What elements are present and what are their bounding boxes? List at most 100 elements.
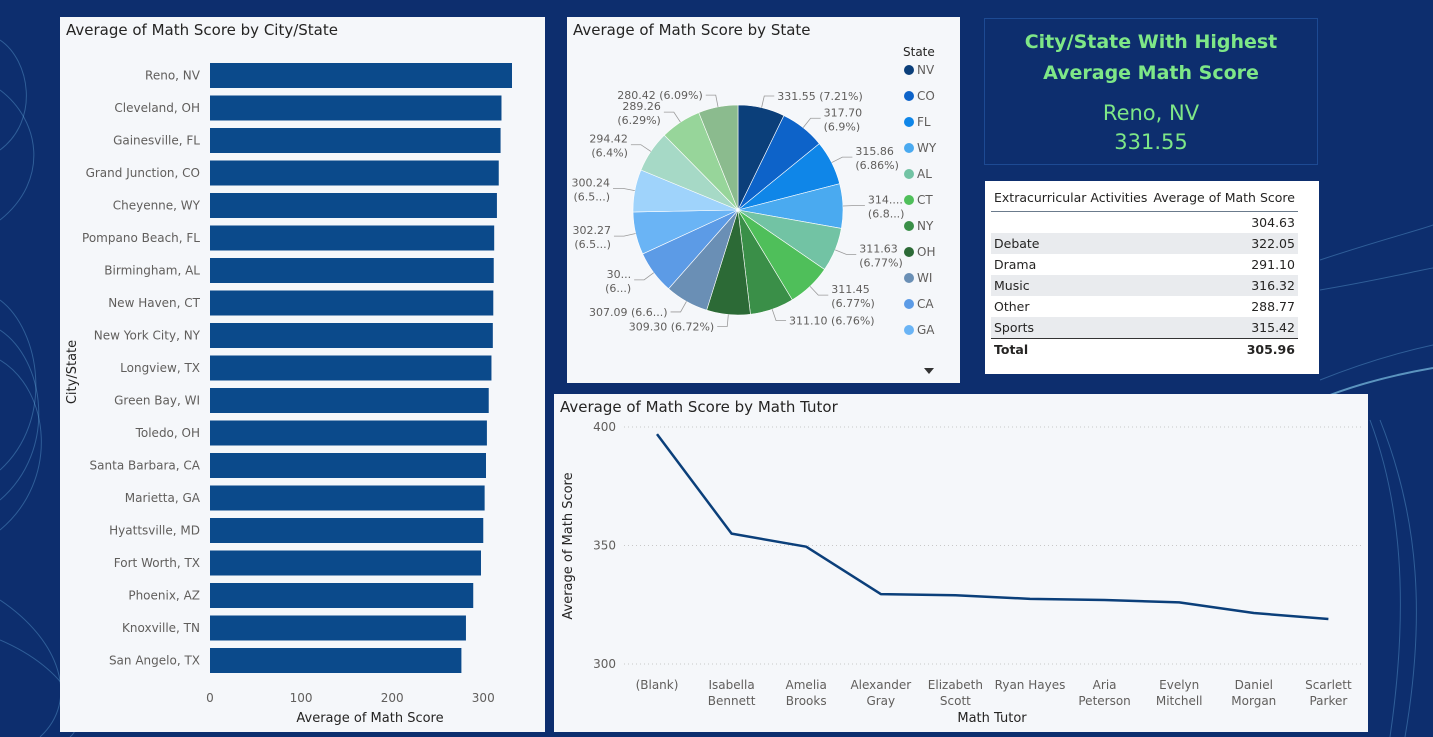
y-tick-label: 300 — [593, 657, 616, 671]
pie-data-label: 307.09 (6.6...) — [589, 306, 668, 319]
x-axis-title: Math Tutor — [957, 711, 1027, 726]
pie-data-label: 311.45 — [831, 283, 870, 296]
column-header-score[interactable]: Average of Math Score — [1150, 187, 1298, 212]
bar[interactable] — [210, 518, 484, 543]
legend-label: WY — [917, 141, 937, 155]
bar[interactable] — [210, 355, 492, 381]
pie-data-label: 30... — [607, 268, 632, 281]
pie-data-label: (6.5...) — [573, 190, 610, 203]
bar[interactable] — [210, 290, 494, 316]
legend-marker — [904, 91, 914, 101]
pie-leader-line — [613, 187, 635, 191]
table-row[interactable]: Other 288.77 — [991, 296, 1298, 317]
legend-label: CO — [917, 89, 935, 103]
bar-category-label: Hyattsville, MD — [109, 524, 200, 538]
legend-label: AL — [917, 167, 932, 181]
x-tick-label: Gray — [866, 694, 895, 708]
x-tick-label: Scarlett — [1305, 678, 1352, 692]
pie-leader-line — [634, 272, 655, 281]
card-title-line1: City/State With Highest — [1024, 31, 1278, 53]
bar[interactable] — [210, 615, 466, 641]
pie-data-label: (6.29%) — [617, 114, 661, 127]
pie-leader-line — [717, 314, 729, 327]
table-cell: Sports — [991, 317, 1151, 339]
bar[interactable] — [210, 63, 512, 88]
x-tick-label: 300 — [472, 691, 495, 705]
bar-category-label: Cheyenne, WY — [113, 199, 201, 213]
bar[interactable] — [210, 583, 474, 608]
x-tick-label: (Blank) — [636, 678, 679, 692]
bar-category-label: San Angelo, TX — [109, 654, 200, 668]
pie-data-label: (6.5...) — [574, 238, 611, 251]
x-tick-label: Scott — [940, 694, 971, 708]
bar[interactable] — [210, 128, 501, 153]
series-line[interactable] — [655, 433, 1329, 621]
x-tick-label: Bennett — [708, 694, 756, 708]
bar[interactable] — [210, 485, 485, 511]
x-tick-label: Daniel — [1235, 678, 1273, 692]
table-row[interactable]: Sports 315.42 — [991, 317, 1298, 339]
extracurricular-table: Extracurricular Activities Average of Ma… — [991, 187, 1298, 360]
pie-data-label: 311.10 (6.76%) — [789, 315, 875, 328]
card-title: City/State With Highest Average Math Sco… — [985, 27, 1317, 89]
legend-marker — [904, 195, 914, 205]
bar[interactable] — [210, 648, 462, 673]
table-row[interactable]: Drama 291.10 — [991, 254, 1298, 275]
legend-label: NV — [917, 63, 935, 77]
bar-category-label: Longview, TX — [120, 361, 200, 375]
table-total-row: Total 305.96 — [991, 338, 1298, 360]
legend-scroll-arrow-icon[interactable] — [924, 368, 934, 374]
column-header-activity[interactable]: Extracurricular Activities — [991, 187, 1151, 212]
bar-category-label: Reno, NV — [145, 69, 201, 83]
bar[interactable] — [210, 388, 489, 413]
x-tick-label: Elizabeth — [928, 678, 983, 692]
table-row[interactable]: Debate 322.05 — [991, 233, 1298, 254]
bar[interactable] — [210, 323, 493, 348]
bar[interactable] — [210, 550, 481, 576]
x-tick-label: 0 — [206, 691, 214, 705]
bar-chart-panel: Average of Math Score by City/State Reno… — [60, 17, 545, 732]
x-tick-label: Evelyn — [1159, 678, 1199, 692]
bar[interactable] — [210, 453, 486, 478]
pie-leader-line — [761, 95, 775, 108]
x-tick-label: Mitchell — [1156, 694, 1203, 708]
x-tick-label: 200 — [381, 691, 404, 705]
card-city: Reno, NV — [1102, 101, 1200, 125]
table-row[interactable]: 304.63 — [991, 212, 1298, 234]
pie-chart-title: Average of Math Score by State — [573, 21, 811, 39]
legend-marker — [904, 143, 914, 153]
pie-data-label: 314.... — [868, 194, 903, 207]
pie-chart: 331.55 (7.21%) 317.70(6.9%) 315.86(6.86%) 3… — [572, 45, 937, 374]
bar-category-label: Toledo, OH — [135, 426, 200, 440]
table-row[interactable]: Music 316.32 — [991, 275, 1298, 296]
bar[interactable] — [210, 258, 494, 283]
legend-label: CT — [917, 193, 933, 207]
pie-leader-line — [771, 309, 787, 322]
y-axis-title: City/State — [65, 340, 80, 404]
pie-chart-panel: Average of Math Score by State 331.55 (7… — [567, 17, 960, 383]
bar[interactable] — [210, 225, 495, 251]
bar-chart-title: Average of Math Score by City/State — [66, 21, 338, 39]
bar-category-label: Grand Junction, CO — [86, 166, 200, 180]
pie-leader-line — [834, 249, 857, 255]
legend-label: CA — [917, 297, 934, 311]
bar-category-label: New Haven, CT — [108, 296, 200, 310]
pie-data-label: (6.77%) — [859, 256, 903, 269]
table-cell: 316.32 — [1150, 275, 1298, 296]
bar-category-label: New York City, NY — [94, 329, 201, 343]
pie-data-label: 302.27 — [572, 224, 611, 237]
bar[interactable] — [210, 95, 502, 121]
table-total-label: Total — [991, 338, 1151, 360]
bar[interactable] — [210, 420, 487, 446]
pie-data-label: (6.86%) — [855, 159, 899, 172]
bar[interactable] — [210, 160, 499, 186]
x-axis-title: Average of Math Score — [296, 711, 443, 726]
pie-data-label: (6.8...) — [868, 208, 905, 221]
x-tick-label: Morgan — [1231, 694, 1276, 708]
bar-category-label: Green Bay, WI — [114, 394, 200, 408]
legend-marker — [904, 325, 914, 335]
legend-label: GA — [917, 323, 935, 337]
bar[interactable] — [210, 193, 497, 218]
bar-chart: Reno, NV Cleveland, OH Gainesville, FL Gran… — [65, 63, 512, 726]
table-cell: 304.63 — [1251, 215, 1295, 230]
